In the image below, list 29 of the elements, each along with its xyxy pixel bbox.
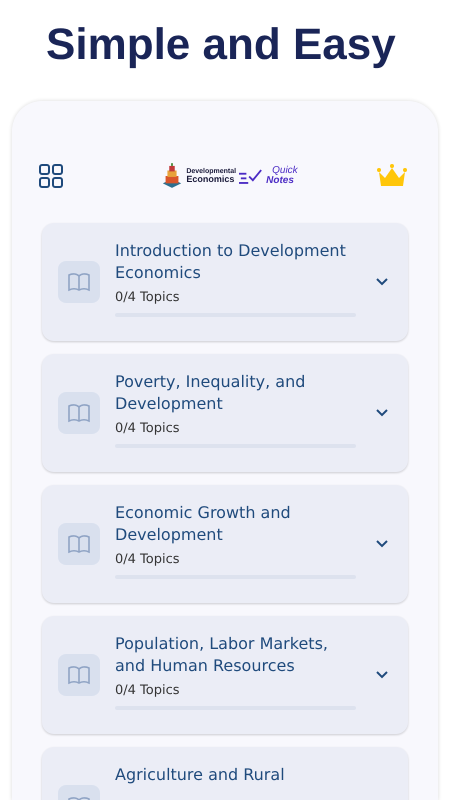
book-icon: [58, 392, 100, 434]
headline: Simple and Easy: [46, 20, 396, 70]
chapter-title: Population, Labor Markets, and Human Resources: [115, 633, 329, 677]
grid-icon[interactable]: [39, 164, 63, 188]
book-icon: [58, 261, 100, 303]
logo-text: Economics: [186, 175, 234, 184]
book-icon: [58, 654, 100, 696]
chevron-icon[interactable]: [376, 409, 388, 417]
chevron-icon[interactable]: [376, 671, 388, 679]
tower-icon: [161, 163, 184, 189]
check-icon: [239, 168, 264, 184]
badge-text: Quick: [272, 166, 298, 176]
chapter-card[interactable]: Economic Growth and Development 0/4 Topics: [42, 485, 408, 603]
book-icon: [58, 523, 100, 565]
topic-count: 0/4 Topics: [115, 683, 181, 698]
chapter-title: Introduction to Development Economics: [115, 240, 347, 284]
chapter-card[interactable]: Introduction to Development Economics 0/4 Topics: [42, 223, 408, 341]
chapter-card[interactable]: Agriculture and Rural: [42, 747, 408, 800]
chapter-title: Poverty, Inequality, and Development: [115, 371, 306, 415]
chevron-icon[interactable]: [376, 278, 388, 286]
chapter-card[interactable]: Population, Labor Markets, and Human Resources 0/4 Topics: [42, 616, 408, 734]
chevron-icon[interactable]: [376, 540, 388, 548]
topic-count: 0/4 Topics: [115, 552, 181, 567]
topic-count: 0/4 Topics: [115, 421, 181, 436]
chapter-title: Agriculture and Rural: [115, 764, 286, 786]
chapter-card[interactable]: Poverty, Inequality, and Development 0/4 Topics: [42, 354, 408, 472]
chapter-title: Economic Growth and Development: [115, 502, 292, 546]
badge-text: Notes: [266, 176, 295, 186]
topic-count: 0/4 Topics: [115, 290, 181, 305]
